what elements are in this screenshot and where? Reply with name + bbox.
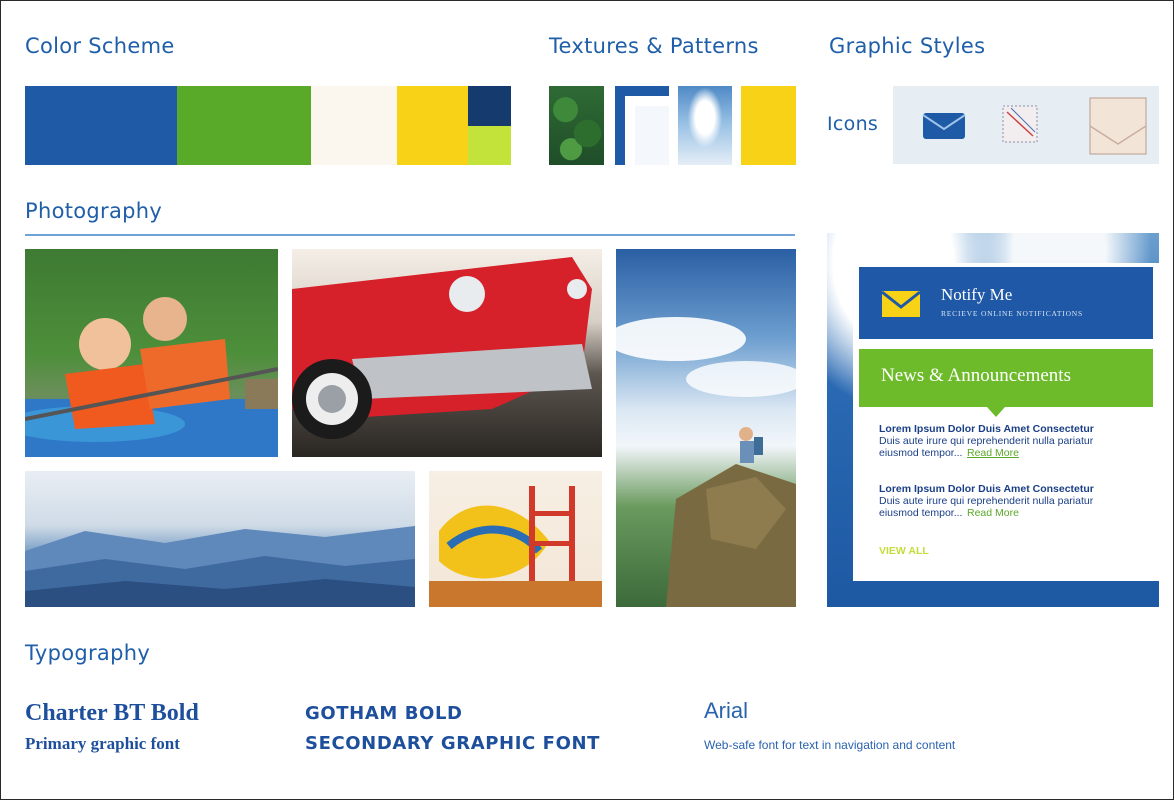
swatch-cream xyxy=(311,86,397,165)
letter-sketch-icon xyxy=(1002,105,1038,143)
news-arrow xyxy=(987,407,1005,417)
swatch-navy xyxy=(468,86,511,126)
envelope-paper-icon xyxy=(1089,97,1147,155)
swatch-green xyxy=(177,86,311,165)
news-item-1-read-more[interactable]: Read More xyxy=(967,447,1019,459)
blue-frame-texture xyxy=(615,86,669,165)
icons-label: Icons xyxy=(827,113,879,135)
notify-me-bar[interactable]: Notify Me RECIEVE ONLINE NOTIFICATIONS xyxy=(859,267,1153,339)
news-item-2-body: Duis aute irure qui reprehenderit nulla … xyxy=(879,495,1094,507)
news-title: News & Announcements xyxy=(881,365,1071,386)
forest-texture xyxy=(549,86,604,165)
view-all-link[interactable]: VIEW ALL xyxy=(879,545,929,557)
swatch-lime xyxy=(468,126,511,165)
envelope-icon xyxy=(922,113,966,139)
swatch-blue xyxy=(25,86,177,165)
icons-strip xyxy=(893,86,1159,164)
playground-photo xyxy=(429,471,602,607)
font2-desc: SECONDARY GRAPHIC FONT xyxy=(305,733,601,754)
icons-svg xyxy=(922,97,1147,155)
news-item-2-title[interactable]: Lorem Ipsum Dolor Duis Amet Consectetur xyxy=(879,483,1094,495)
swatch-yellow xyxy=(397,86,468,165)
news-item-2-read-more[interactable]: Read More xyxy=(967,507,1019,519)
font3-desc: Web-safe font for text in navigation and… xyxy=(704,738,956,752)
photography-rule xyxy=(25,234,795,236)
color-scheme-heading: Color Scheme xyxy=(25,34,175,58)
typography-heading: Typography xyxy=(25,641,151,665)
envelope-icon xyxy=(881,290,921,317)
yellow-texture xyxy=(741,86,796,165)
notify-subtitle: RECIEVE ONLINE NOTIFICATIONS xyxy=(941,309,1083,318)
font2-name: GOTHAM BOLD xyxy=(305,703,463,724)
kids-kayaking-photo xyxy=(25,249,278,457)
blue-mountains-photo xyxy=(25,471,415,607)
font3-name: Arial xyxy=(704,698,749,723)
news-item-1-body2: eiusmod tempor... xyxy=(879,447,963,459)
notification-widget: Notify Me RECIEVE ONLINE NOTIFICATIONS N… xyxy=(827,233,1159,607)
news-item-1-title[interactable]: Lorem Ipsum Dolor Duis Amet Consectetur xyxy=(879,423,1094,435)
sky-texture xyxy=(678,86,732,165)
news-bar: News & Announcements xyxy=(859,349,1153,407)
graphic-styles-heading: Graphic Styles xyxy=(829,34,986,58)
red-classic-car-photo xyxy=(292,249,602,457)
photography-heading: Photography xyxy=(25,199,163,223)
textures-heading: Textures & Patterns xyxy=(549,34,759,58)
news-item-1-body: Duis aute irure qui reprehenderit nulla … xyxy=(879,435,1094,447)
style-tile: Color Scheme Textures & Patterns Graphic… xyxy=(0,0,1174,800)
sky-clouds-photo xyxy=(616,249,796,607)
font1-name: Charter BT Bold xyxy=(25,700,199,726)
font1-desc: Primary graphic font xyxy=(25,734,180,753)
news-item-2-body2: eiusmod tempor... xyxy=(879,507,963,519)
notify-title: Notify Me xyxy=(941,285,1013,304)
